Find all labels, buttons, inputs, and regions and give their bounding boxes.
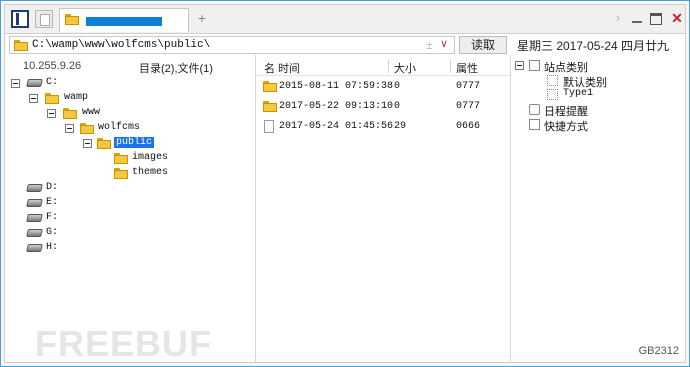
folder-icon bbox=[14, 40, 29, 51]
file-row[interactable]: 2015-08-11 07:59:38 0 0777 bbox=[256, 78, 510, 96]
folder-icon bbox=[263, 101, 278, 112]
tab-title-redacted bbox=[86, 17, 162, 26]
left-panel-header: 10.255.9.26 目录(2),文件(1) bbox=[5, 57, 255, 75]
category-item-icon bbox=[547, 89, 558, 100]
path-value: C:\wamp\www\wolfcms\public\ bbox=[32, 39, 211, 51]
watermark: FREEBUF bbox=[35, 323, 212, 364]
ip-address: 10.255.9.26 bbox=[23, 60, 82, 72]
divider[interactable] bbox=[510, 55, 511, 362]
new-page-icon[interactable] bbox=[35, 10, 53, 28]
file-time: 2017-05-24 01:45:56 bbox=[279, 121, 394, 132]
tree-label: C: bbox=[46, 77, 59, 88]
drive-icon bbox=[26, 214, 43, 222]
collapse-icon[interactable] bbox=[83, 139, 92, 148]
chevron-down-icon[interactable]: ∨ bbox=[440, 37, 448, 50]
tree-label: G: bbox=[46, 227, 59, 238]
column-header-attr[interactable]: 属性 bbox=[456, 60, 478, 76]
tree-label: D: bbox=[46, 182, 59, 193]
category-item-icon bbox=[547, 75, 558, 86]
file-time: 2017-05-22 09:13:10 bbox=[279, 101, 394, 112]
tree-label-selected: public bbox=[114, 137, 155, 148]
tree-label: Type1 bbox=[563, 88, 594, 99]
drive-icon bbox=[26, 199, 43, 207]
folder-icon bbox=[80, 123, 95, 134]
column-divider[interactable] bbox=[388, 59, 389, 73]
tree-label: images bbox=[132, 152, 169, 163]
plus-icon[interactable]: ± bbox=[426, 38, 433, 52]
file-list-header: 名 时间 大小 属性 bbox=[256, 57, 510, 76]
file-icon bbox=[264, 120, 274, 133]
tree-label: wolfcms bbox=[98, 122, 141, 133]
category-icon bbox=[529, 60, 540, 71]
collapse-icon[interactable] bbox=[47, 109, 56, 118]
file-size: 29 bbox=[394, 121, 407, 132]
path-input[interactable]: C:\wamp\www\wolfcms\public\ ± ∨ bbox=[9, 36, 455, 54]
file-attr: 0666 bbox=[456, 121, 481, 132]
drive-icon bbox=[26, 79, 43, 87]
chevron-right-icon[interactable]: › bbox=[611, 10, 625, 26]
tree-label: wamp bbox=[64, 92, 89, 103]
window-body: + › ✕ C:\wamp\www\wolfcms\public\ ± ∨ 读取… bbox=[4, 4, 686, 364]
tree-label: H: bbox=[46, 242, 59, 253]
folder-icon bbox=[114, 153, 129, 164]
folder-icon bbox=[114, 168, 129, 179]
minimize-button[interactable] bbox=[629, 10, 645, 26]
file-size: 0 bbox=[394, 81, 401, 92]
file-row[interactable]: 2017-05-24 01:45:56 29 0666 bbox=[256, 118, 510, 136]
add-tab-button[interactable]: + bbox=[195, 10, 209, 26]
folder-icon bbox=[45, 93, 60, 104]
collapse-icon[interactable] bbox=[29, 94, 38, 103]
tree-label: www bbox=[82, 107, 101, 118]
column-header-size[interactable]: 大小 bbox=[394, 60, 416, 76]
file-attr: 0777 bbox=[456, 81, 481, 92]
collapse-icon[interactable] bbox=[11, 79, 20, 88]
tree-label: 日程提醒 bbox=[544, 106, 588, 118]
app-window: + › ✕ C:\wamp\www\wolfcms\public\ ± ∨ 读取… bbox=[0, 0, 690, 367]
maximize-button[interactable] bbox=[648, 10, 664, 26]
tree-label: F: bbox=[46, 212, 59, 223]
directory-count: 目录(2),文件(1) bbox=[139, 63, 213, 75]
read-button[interactable]: 读取 bbox=[459, 36, 507, 54]
column-divider[interactable] bbox=[450, 59, 451, 73]
encoding-label: GB2312 bbox=[638, 345, 679, 357]
folder-icon bbox=[263, 81, 278, 92]
file-size: 0 bbox=[394, 101, 401, 112]
collapse-icon[interactable] bbox=[65, 124, 74, 133]
close-button[interactable]: ✕ bbox=[669, 10, 685, 26]
file-row[interactable]: 2017-05-22 09:13:10 0 0777 bbox=[256, 98, 510, 116]
shortcut-icon bbox=[529, 119, 540, 130]
file-attr: 0777 bbox=[456, 101, 481, 112]
tree-label: E: bbox=[46, 197, 59, 208]
tab-active[interactable] bbox=[59, 8, 189, 32]
date-display: 星期三 2017-05-24 四月廿九 bbox=[517, 39, 670, 53]
column-header-name-time[interactable]: 名 时间 bbox=[264, 60, 300, 76]
tree-label: themes bbox=[132, 167, 169, 178]
panel-toggle-icon[interactable] bbox=[11, 10, 29, 28]
collapse-icon[interactable] bbox=[515, 61, 524, 70]
drive-icon bbox=[26, 184, 43, 192]
folder-icon bbox=[97, 138, 112, 149]
tree-label: 站点类别 bbox=[544, 62, 588, 74]
file-time: 2015-08-11 07:59:38 bbox=[279, 81, 394, 92]
tree-label: 快捷方式 bbox=[544, 121, 588, 133]
drive-icon bbox=[26, 229, 43, 237]
folder-icon bbox=[63, 108, 78, 119]
drive-icon bbox=[26, 244, 43, 252]
schedule-icon bbox=[529, 104, 540, 115]
folder-icon bbox=[65, 14, 80, 25]
path-bar: C:\wamp\www\wolfcms\public\ ± ∨ 读取 bbox=[5, 34, 507, 56]
tab-bar: + › ✕ bbox=[5, 5, 685, 34]
